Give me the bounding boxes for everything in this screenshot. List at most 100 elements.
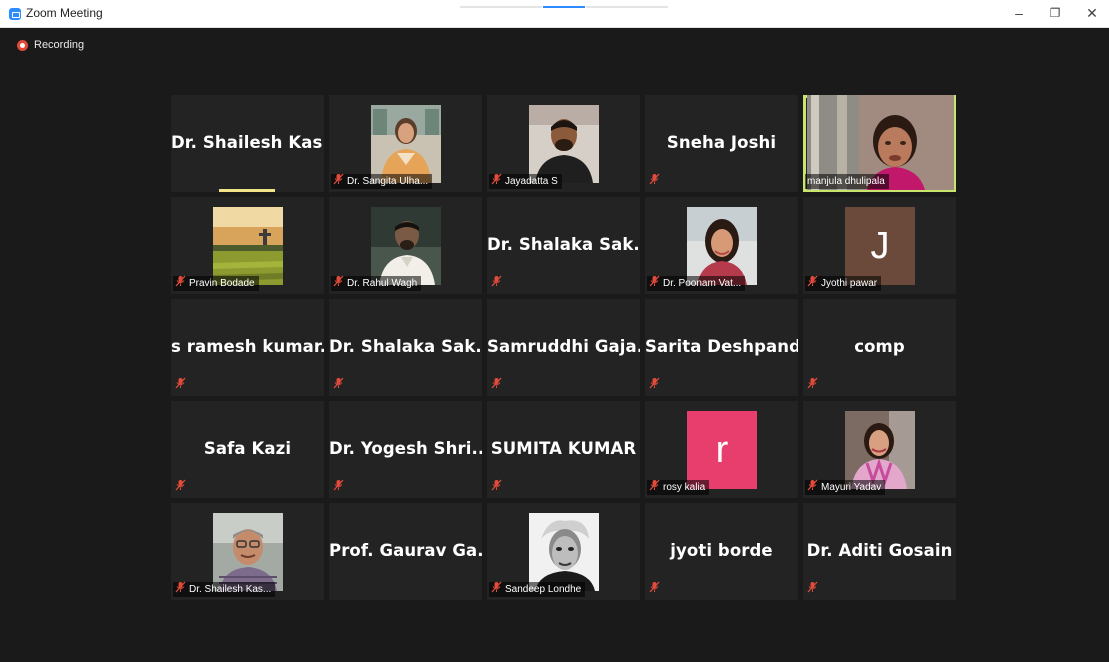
- participant-video: [371, 207, 441, 285]
- participant-label: rosy kalia: [647, 479, 710, 496]
- participant-name: Sandeep Londhe: [505, 584, 582, 595]
- participant-name: Jyothi pawar: [821, 278, 878, 289]
- mic-muted-icon: [175, 581, 186, 598]
- participant-name: Prof. Gaurav Ga...: [329, 541, 482, 560]
- mic-muted-icon: [333, 275, 344, 292]
- participant-tile[interactable]: Dr. Sangita Ulha...: [329, 95, 482, 192]
- participant-video: [371, 105, 441, 183]
- mic-muted-icon: [175, 275, 186, 292]
- view-indicator: [460, 6, 542, 8]
- participant-tile[interactable]: manjula dhulipala: [803, 95, 956, 192]
- participant-name: Dr. Shalaka Sak...: [329, 337, 482, 356]
- mic-muted-icon: [333, 479, 344, 496]
- participant-name: Dr. Shailesh Kas...: [189, 584, 272, 595]
- title-bar: Zoom Meeting – ❐ ✕: [0, 0, 1109, 28]
- participant-tile[interactable]: jyoti borde: [645, 503, 798, 600]
- participant-tile[interactable]: Dr. Rahul Wagh: [329, 197, 482, 294]
- participant-name: Dr. Shailesh Kas...: [171, 133, 324, 152]
- participant-name: Sneha Joshi: [666, 133, 777, 152]
- participant-name: Jayadatta S: [505, 176, 558, 187]
- participant-tile[interactable]: SUMITA KUMAR: [487, 401, 640, 498]
- participant-name: Dr. Shalaka Sak...: [487, 235, 640, 254]
- participant-tile[interactable]: Sarita Deshpande: [645, 299, 798, 396]
- participant-tile[interactable]: Sandeep Londhe: [487, 503, 640, 600]
- participant-name: Dr. Poonam Vat...: [663, 278, 742, 289]
- participant-tile[interactable]: Prof. Gaurav Ga...: [329, 503, 482, 600]
- participant-label: manjula dhulipala: [805, 174, 889, 189]
- participant-video: [529, 105, 599, 183]
- active-speaker-bar: [219, 189, 275, 192]
- participant-tile[interactable]: Pravin Bodade: [171, 197, 324, 294]
- participant-label: [489, 479, 506, 495]
- participant-label: [331, 377, 348, 394]
- participant-video: [213, 513, 283, 591]
- participant-label: [489, 377, 506, 394]
- participant-label: [489, 275, 506, 292]
- record-icon: [17, 39, 28, 51]
- participant-label: [331, 479, 348, 496]
- participant-name: rosy kalia: [663, 482, 706, 493]
- participant-tile[interactable]: J Jyothi pawar: [803, 197, 956, 294]
- minimize-icon[interactable]: –: [1006, 4, 1032, 22]
- participant-tile[interactable]: Dr. Shailesh Kas...: [171, 503, 324, 600]
- mic-muted-icon: [491, 377, 502, 394]
- view-indicator-active[interactable]: [543, 6, 585, 8]
- participant-tile[interactable]: Safa Kazi: [171, 401, 324, 498]
- participant-tile[interactable]: Dr. Shalaka Sak...: [487, 197, 640, 294]
- avatar: r: [687, 411, 757, 489]
- restore-icon[interactable]: ❐: [1042, 4, 1068, 22]
- participant-tile[interactable]: Sneha Joshi: [645, 95, 798, 192]
- participant-name: Mayuri Yadav: [821, 482, 882, 493]
- mic-muted-icon: [649, 479, 660, 496]
- window-title: Zoom Meeting: [26, 6, 103, 20]
- participant-video: [529, 513, 599, 591]
- view-indicator: [586, 6, 668, 8]
- mic-muted-icon: [807, 275, 818, 292]
- participant-tile[interactable]: Dr. Shailesh Kas...: [171, 95, 324, 192]
- participant-name: Pravin Bodade: [189, 278, 255, 289]
- mic-muted-icon: [649, 377, 660, 394]
- participant-tile[interactable]: s ramesh kumar...: [171, 299, 324, 396]
- participant-label: Sandeep Londhe: [489, 581, 586, 597]
- participant-tile[interactable]: Mayuri Yadav: [803, 401, 956, 498]
- participant-tile[interactable]: Jayadatta S: [487, 95, 640, 192]
- participant-label: Dr. Sangita Ulha...: [331, 173, 433, 190]
- participant-label: [647, 377, 664, 394]
- participant-label: [805, 581, 822, 597]
- mic-muted-icon: [333, 173, 344, 190]
- participant-label: Dr. Poonam Vat...: [647, 275, 746, 292]
- participant-name: Samruddhi Gaja...: [487, 337, 640, 356]
- participant-label: Mayuri Yadav: [805, 479, 886, 496]
- participant-label: [805, 377, 822, 393]
- mic-muted-icon: [649, 275, 660, 292]
- mic-muted-icon: [175, 479, 186, 496]
- recording-label: Recording: [34, 39, 85, 51]
- close-icon[interactable]: ✕: [1079, 4, 1105, 22]
- participant-tile[interactable]: Dr. Poonam Vat...: [645, 197, 798, 294]
- participant-label: Jyothi pawar: [805, 275, 882, 292]
- participant-label: [173, 377, 190, 393]
- mic-muted-icon: [333, 377, 344, 394]
- participant-name: jyoti borde: [670, 541, 773, 560]
- mic-muted-icon: [491, 173, 502, 190]
- participant-tile[interactable]: Samruddhi Gaja...: [487, 299, 640, 396]
- recording-indicator[interactable]: Recording: [17, 39, 84, 51]
- participant-tile[interactable]: Dr. Yogesh Shri...: [329, 401, 482, 498]
- participant-video: [213, 207, 283, 285]
- participant-tile[interactable]: Dr. Shalaka Sak...: [329, 299, 482, 396]
- participant-name: manjula dhulipala: [807, 176, 885, 187]
- participant-name: Dr. Rahul Wagh: [347, 278, 418, 289]
- participant-name: Dr. Aditi Gosain: [806, 541, 953, 560]
- participant-name: comp: [854, 337, 905, 356]
- participant-name: Safa Kazi: [203, 439, 292, 458]
- participant-name: s ramesh kumar...: [171, 337, 324, 356]
- participant-tile[interactable]: Dr. Aditi Gosain: [803, 503, 956, 600]
- participant-label: [173, 479, 190, 496]
- mic-muted-icon: [807, 479, 818, 496]
- participant-tile[interactable]: comp: [803, 299, 956, 396]
- participant-label: Dr. Rahul Wagh: [331, 275, 422, 292]
- mic-muted-icon: [649, 173, 660, 190]
- participant-tile[interactable]: r rosy kalia: [645, 401, 798, 498]
- mic-muted-icon: [491, 275, 502, 292]
- participant-name: Dr. Yogesh Shri...: [329, 439, 482, 458]
